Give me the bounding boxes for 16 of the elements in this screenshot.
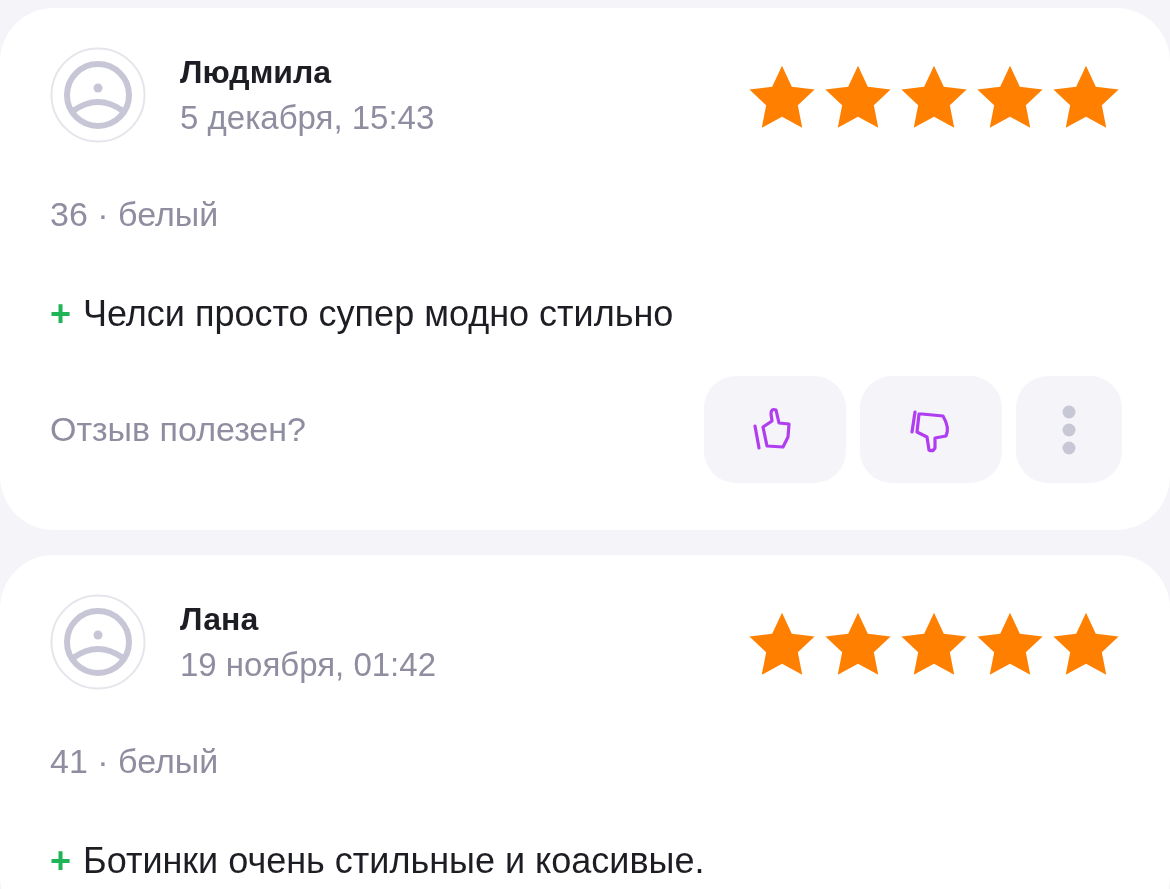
avatar-icon	[50, 594, 146, 690]
author-name: Людмила	[180, 53, 333, 92]
review-date: 5 декабря, 15:43	[180, 98, 436, 138]
like-button[interactable]	[704, 376, 846, 483]
review-text: Ботинки очень стильные и коасивые.	[83, 839, 705, 883]
plus-sign: +	[50, 292, 72, 336]
helpful-prompt: Отзыв полезен?	[50, 410, 307, 449]
size-color-label: 36 · белый	[50, 194, 220, 235]
author-name: Лана	[180, 600, 260, 639]
review-text: Челси просто супер модно стильно	[83, 292, 674, 336]
review-date: 19 ноября, 01:42	[180, 645, 437, 685]
size-color-label: 41 · белый	[50, 741, 220, 782]
more-icon	[1061, 403, 1077, 456]
avatar-icon	[50, 47, 146, 143]
plus-sign: +	[50, 839, 72, 883]
dislike-button[interactable]	[860, 376, 1002, 483]
